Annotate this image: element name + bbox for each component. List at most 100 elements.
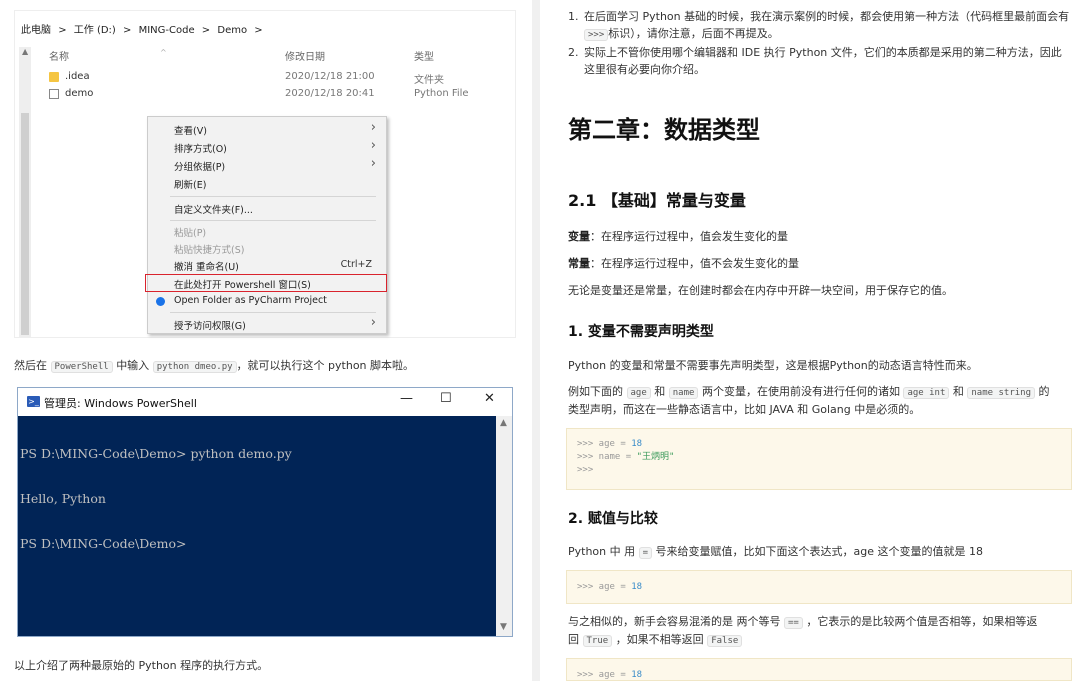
column-name[interactable]: 名称 — [49, 48, 69, 63]
inline-code: True — [582, 635, 613, 647]
terminal-output[interactable]: PS D:\MING-Code\Demo> python demo.py Hel… — [19, 416, 495, 636]
pycharm-icon — [156, 297, 165, 306]
chevron-right-icon: › — [370, 138, 376, 153]
powershell-icon: >_ — [27, 396, 40, 407]
window-title: 管理员: Windows PowerShell — [44, 397, 197, 410]
menu-item-label: 粘贴快捷方式(S) — [174, 245, 245, 256]
sort-caret-icon: ^ — [160, 48, 167, 57]
powershell-window: >_ 管理员: Windows PowerShell — ☐ ✕ PS D:\M… — [17, 387, 513, 637]
scroll-up-icon[interactable]: ▲ — [500, 418, 507, 428]
breadcrumb-drive[interactable]: 工作 (D:) — [74, 25, 116, 36]
terminal-scrollbar[interactable]: ▲ ▼ — [496, 416, 512, 636]
code-string: "王炳明" — [636, 452, 675, 462]
menu-item-group[interactable]: 分组依据(P) › — [148, 156, 386, 174]
list-number: 2. — [568, 46, 579, 59]
close-button[interactable]: ✕ — [484, 391, 495, 406]
inline-code: age int — [903, 387, 950, 399]
text: 回 — [568, 633, 579, 646]
menu-item-label: 撤消 重命名(U) — [174, 262, 239, 273]
breadcrumb-separator: > — [254, 25, 263, 36]
file-explorer-screenshot: 此电脑 > 工作 (D:) > MING-Code > Demo > 名称 ^ … — [14, 10, 516, 338]
python-file-icon — [49, 89, 59, 99]
text: 号来给变量赋值，比如下面这个表达式，age 这个变量的值就是 18 — [655, 545, 984, 558]
code-line: >>> age = 18 — [577, 581, 1071, 594]
breadcrumb-ming-code[interactable]: MING-Code — [139, 25, 195, 36]
section-title: 2.1 【基础】常量与变量 — [568, 191, 746, 210]
text: 例如下面的 — [568, 385, 623, 398]
text: 在后面学习 Python 基础的时候，我在演示案例的时候，都会使用第一种方法（代… — [584, 10, 1070, 23]
text: 标识），请你注意，后面不再提及。 — [608, 27, 779, 40]
menu-item-grant-access[interactable]: 授予访问权限(G) › — [148, 315, 386, 333]
scroll-thumb[interactable] — [21, 113, 29, 335]
left-page: 此电脑 > 工作 (D:) > MING-Code > Demo > 名称 ^ … — [0, 0, 530, 681]
scrollbar[interactable]: ▲ — [19, 47, 31, 337]
paragraph: 类型声明，而这在一些静态语言中，比如 JAVA 和 Golang 中是必须的。 — [568, 403, 921, 416]
inline-code: >>> — [584, 29, 609, 41]
code-block[interactable]: >>> age = 18 >>> name = "王炳明" >>> — [566, 428, 1072, 490]
code-prompt: >>> age = — [577, 439, 632, 449]
code-line: >>> age = 18 — [577, 438, 1071, 451]
file-row[interactable]: demo 2020/12/18 20:41 Python File — [49, 86, 499, 102]
text: 然后在 — [14, 359, 47, 372]
terminal-line: Hello, Python — [20, 491, 106, 506]
menu-item-open-powershell[interactable]: 在此处打开 Powershell 窗口(S) — [145, 274, 387, 292]
menu-item-label: 授予访问权限(G) — [174, 321, 246, 332]
file-name: demo — [65, 88, 94, 99]
code-value: 18 — [631, 439, 643, 449]
shortcut-label: Ctrl+Z — [340, 259, 372, 270]
menu-item-label: 排序方式(O) — [174, 144, 227, 155]
paragraph: 无论是变量还是常量，在创建时都会在内存中开辟一块空间，用于保存它的值。 — [568, 284, 953, 297]
menu-item-view[interactable]: 查看(V) › — [148, 120, 386, 138]
page-divider — [532, 0, 540, 681]
code-prompt: >>> age = — [577, 582, 632, 592]
variable-definition: 变量：在程序运行过程中，值会发生变化的量 — [568, 228, 1068, 245]
menu-item-pycharm[interactable]: Open Folder as PyCharm Project — [148, 293, 386, 310]
paragraph: Python 中 用 = 号来给变量赋值，比如下面这个表达式，age 这个变量的… — [568, 543, 1068, 562]
chevron-right-icon: › — [370, 120, 376, 135]
menu-separator — [170, 196, 376, 197]
menu-separator — [170, 220, 376, 221]
menu-item-paste: 粘贴(P) — [148, 223, 386, 240]
title-bar[interactable]: >_ 管理员: Windows PowerShell — ☐ ✕ — [18, 388, 512, 416]
code-line: >>> — [577, 465, 594, 475]
text: ：在程序运行过程中，值会发生变化的量 — [590, 230, 788, 243]
menu-item-undo-rename[interactable]: 撤消 重命名(U) Ctrl+Z — [148, 257, 386, 274]
code-block[interactable]: >>> age = 18 — [566, 658, 1072, 681]
code-value: 18 — [631, 582, 643, 592]
terminal-line: PS D:\MING-Code\Demo> python demo.py — [20, 446, 292, 461]
column-headers: 名称 ^ 修改日期 类型 — [15, 45, 515, 63]
menu-item-sort[interactable]: 排序方式(O) › — [148, 138, 386, 156]
file-row[interactable]: .idea 2020/12/18 21:00 文件夹 — [49, 69, 499, 86]
code-block[interactable]: >>> age = 18 — [566, 570, 1072, 604]
text: 与之相似的，新手会容易混淆的是 两个等号 — [568, 615, 781, 628]
maximize-button[interactable]: ☐ — [440, 391, 452, 406]
constant-definition: 常量：在程序运行过程中，值不会发生变化的量 — [568, 255, 1068, 272]
menu-item-label: 粘贴(P) — [174, 228, 207, 239]
paragraph: 例如下面的 age 和 name 两个变量，在使用前没有进行任何的诸如 age … — [568, 383, 1068, 402]
column-type[interactable]: 类型 — [414, 48, 434, 63]
text: ，就可以执行这个 python 脚本啦。 — [236, 359, 415, 372]
menu-item-label: 刷新(E) — [174, 180, 207, 191]
menu-item-customize[interactable]: 自定义文件夹(F)... — [148, 200, 386, 217]
column-date[interactable]: 修改日期 — [285, 48, 325, 63]
text: 两个变量，在使用前没有进行任何的诸如 — [701, 385, 900, 398]
inline-code: age — [626, 387, 651, 399]
breadcrumb-demo[interactable]: Demo — [217, 25, 247, 36]
inline-code: name — [668, 387, 699, 399]
menu-item-paste-shortcut: 粘贴快捷方式(S) — [148, 240, 386, 257]
file-date: 2020/12/18 21:00 — [285, 71, 375, 82]
text: 实际上不管你使用哪个编辑器和 IDE 执行 Python 文件，它们的本质都是采… — [584, 46, 1062, 76]
subsection-title: 2. 赋值与比较 — [568, 511, 658, 527]
scroll-down-icon[interactable]: ▼ — [500, 622, 507, 632]
subsection-title: 1. 变量不需要声明类型 — [568, 324, 714, 340]
text: 和 — [952, 385, 964, 398]
menu-item-refresh[interactable]: 刷新(E) — [148, 175, 386, 192]
minimize-button[interactable]: — — [400, 391, 413, 406]
breadcrumb-this-pc[interactable]: 此电脑 — [21, 25, 51, 36]
menu-item-label: 自定义文件夹(F)... — [174, 205, 253, 216]
inline-code: False — [707, 635, 743, 647]
scroll-up-icon[interactable]: ▲ — [22, 47, 28, 56]
breadcrumb: 此电脑 > 工作 (D:) > MING-Code > Demo > — [21, 21, 267, 36]
list-number: 1. — [568, 10, 579, 23]
code-line: >>> age = 18 — [577, 669, 1071, 681]
